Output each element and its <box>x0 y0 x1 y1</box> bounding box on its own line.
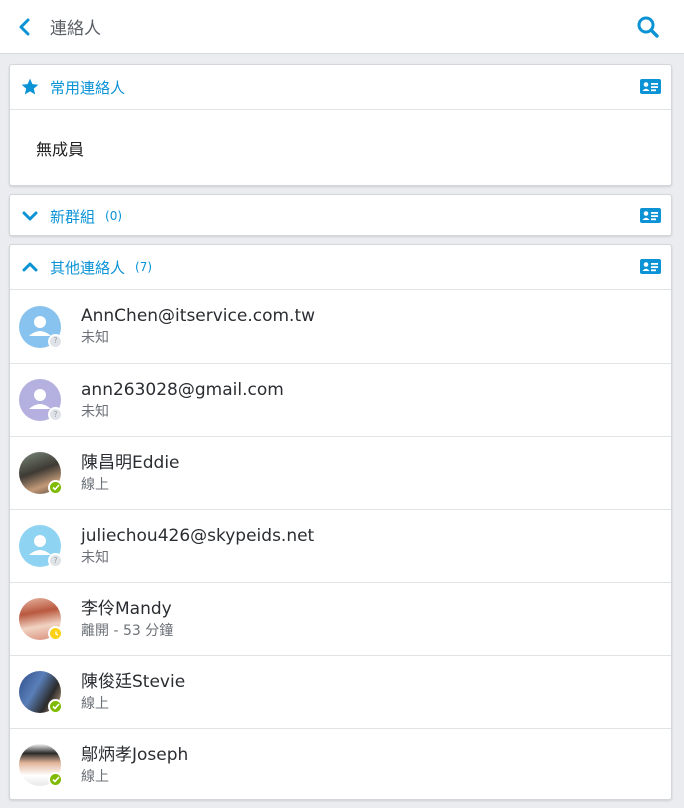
contact-name: 陳昌明Eddie <box>81 452 180 473</box>
contact-list: ? AnnChen@itservice.com.tw 未知 ? ann26302… <box>10 290 671 801</box>
search-icon <box>637 16 659 38</box>
contact-status: 未知 <box>81 330 109 346</box>
avatar: ? <box>19 379 63 422</box>
chevron-left-icon <box>19 18 30 35</box>
avatar <box>19 452 63 495</box>
other-contacts-title: 其他連絡人 <box>50 258 126 277</box>
back-button[interactable] <box>0 0 48 54</box>
contact-name: juliechou426@skypeids.net <box>81 525 315 546</box>
contact-name: AnnChen@itservice.com.tw <box>81 306 316 326</box>
contact-name: 鄔炳孝Joseph <box>81 744 189 765</box>
online-status-icon <box>48 480 63 495</box>
avatar <box>19 598 63 641</box>
avatar <box>19 744 63 787</box>
unknown-status-icon: ? <box>48 407 63 422</box>
new-group-count: (0) <box>105 209 123 223</box>
avatar: ? <box>19 525 63 568</box>
top-bar: 連絡人 <box>0 0 684 54</box>
contact-status: 未知 <box>81 549 109 566</box>
contact-row[interactable]: ? AnnChen@itservice.com.tw 未知 <box>10 290 671 363</box>
contact-status: 線上 <box>81 476 109 493</box>
contact-card-icon[interactable] <box>640 79 661 94</box>
contact-card-icon[interactable] <box>640 259 661 274</box>
avatar <box>19 671 63 714</box>
favorites-header[interactable]: 常用連絡人 <box>10 65 671 109</box>
favorites-empty-text: 無成員 <box>36 139 85 159</box>
unknown-status-icon: ? <box>48 333 63 349</box>
favorites-title: 常用連絡人 <box>50 78 126 97</box>
contact-status: 離開 - 53 分鐘 <box>81 622 174 639</box>
unknown-status-icon: ? <box>48 553 63 568</box>
online-status-icon <box>48 699 63 714</box>
contact-status: 未知 <box>81 403 109 420</box>
chevron-up-icon <box>22 262 38 272</box>
contact-name: ann263028@gmail.com <box>81 379 284 400</box>
contact-row[interactable]: 李伶Mandy 離開 - 53 分鐘 <box>10 582 671 655</box>
contact-row[interactable]: ? ann263028@gmail.com 未知 <box>10 363 671 436</box>
new-group-section: 新群組 (0) <box>9 194 672 236</box>
other-contacts-count: (7) <box>135 260 153 274</box>
favorites-section: 常用連絡人 無成員 <box>9 64 672 186</box>
page-title: 連絡人 <box>50 19 101 39</box>
contact-row[interactable]: 陳昌明Eddie 線上 <box>10 436 671 509</box>
other-contacts-header[interactable]: 其他連絡人 (7) <box>10 245 671 289</box>
search-button[interactable] <box>634 13 662 41</box>
contact-card-icon[interactable] <box>640 208 661 223</box>
contact-name: 李伶Mandy <box>81 598 172 619</box>
away-clock-icon <box>48 626 63 641</box>
contact-row[interactable]: 鄔炳孝Joseph 線上 <box>10 728 671 801</box>
contact-row[interactable]: ? juliechou426@skypeids.net 未知 <box>10 509 671 582</box>
contact-status: 線上 <box>81 768 109 785</box>
new-group-title: 新群組 <box>50 207 96 226</box>
online-status-icon <box>48 772 63 787</box>
avatar: ? <box>19 305 63 349</box>
contact-status: 線上 <box>81 695 109 712</box>
other-contacts-section: 其他連絡人 (7) ? AnnChen@itservice.com.tw 未知 … <box>9 244 672 800</box>
new-group-header[interactable]: 新群組 (0) <box>10 195 671 237</box>
contact-name: 陳俊廷Stevie <box>81 671 186 692</box>
chevron-down-icon <box>22 211 38 221</box>
contact-row[interactable]: 陳俊廷Stevie 線上 <box>10 655 671 728</box>
star-icon <box>21 78 39 95</box>
